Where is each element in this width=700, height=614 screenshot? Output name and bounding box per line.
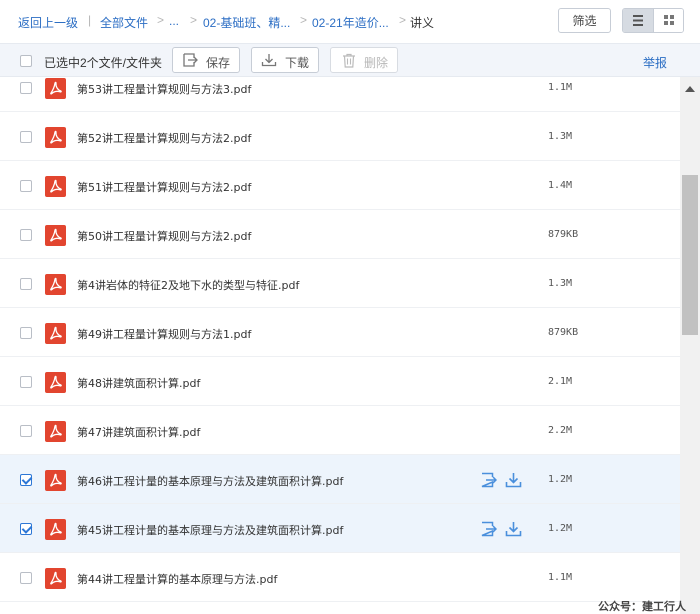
pdf-icon [45, 469, 66, 491]
file-name[interactable]: 第48讲建筑面积计算.pdf [77, 375, 200, 391]
download-label: 下载 [285, 56, 310, 70]
download-icon [261, 54, 277, 67]
pdf-icon [45, 77, 66, 99]
file-row[interactable]: 第47讲建筑面积计算.pdf 2.2M [0, 406, 680, 455]
breadcrumb-current: 讲义 [410, 16, 435, 30]
save-to-drive-icon[interactable] [480, 472, 498, 493]
download-icon[interactable] [505, 521, 522, 542]
save-button[interactable]: 保存 [172, 47, 240, 73]
file-checkbox[interactable] [20, 228, 32, 241]
back-link[interactable]: 返回上一级 [18, 14, 78, 31]
file-row[interactable]: 第50讲工程量计算规则与方法2.pdf 879KB [0, 210, 680, 259]
file-row[interactable]: 第48讲建筑面积计算.pdf 2.1M [0, 357, 680, 406]
file-name[interactable]: 第50讲工程量计算规则与方法2.pdf [77, 228, 251, 244]
pdf-icon [45, 518, 66, 540]
file-checkbox[interactable] [20, 571, 32, 584]
top-bar: 返回上一级 | 全部文件 > ... > 02-基础班、精... > 02-21… [0, 0, 700, 43]
file-name[interactable]: 第45讲工程计量的基本原理与方法及建筑面积计算.pdf [77, 522, 343, 538]
watermark: 公众号：建工行人 [598, 601, 686, 613]
select-all-checkbox[interactable] [20, 55, 32, 67]
file-checkbox[interactable] [20, 522, 32, 535]
chevron-right-icon: > [157, 13, 165, 27]
file-row[interactable]: 第51讲工程量计算规则与方法2.pdf 1.4M [0, 161, 680, 210]
file-size: 879KB [548, 326, 579, 338]
file-row[interactable]: 第52讲工程量计算规则与方法2.pdf 1.3M [0, 112, 680, 161]
pdf-icon [45, 273, 66, 295]
breadcrumb-level2[interactable]: 02-21年造价... [312, 14, 389, 31]
pdf-icon [45, 224, 66, 246]
file-size: 1.3M [548, 130, 573, 142]
chevron-right-icon: > [399, 13, 407, 27]
pdf-icon [45, 371, 66, 393]
file-name[interactable]: 第52讲工程量计算规则与方法2.pdf [77, 130, 251, 146]
file-checkbox[interactable] [20, 130, 32, 143]
filter-button[interactable]: 筛选 [558, 8, 611, 33]
breadcrumb-ellipsis[interactable]: ... [169, 14, 179, 28]
file-name[interactable]: 第51讲工程量计算规则与方法2.pdf [77, 179, 251, 195]
file-row[interactable]: 第44讲工程量计算的基本原理与方法.pdf 1.1M [0, 553, 680, 602]
breadcrumb-separator: | [88, 13, 92, 27]
file-size: 1.3M [548, 277, 573, 289]
file-checkbox[interactable] [20, 179, 32, 192]
file-name[interactable]: 第4讲岩体的特征2及地下水的类型与特征.pdf [77, 277, 299, 293]
file-checkbox[interactable] [20, 81, 32, 94]
file-row[interactable]: 第49讲工程量计算规则与方法1.pdf 879KB [0, 308, 680, 357]
scroll-up-arrow-icon[interactable] [685, 86, 695, 92]
file-size: 1.1M [548, 81, 573, 93]
list-view-icon [633, 15, 643, 26]
pdf-icon [45, 567, 66, 589]
scrollbar[interactable] [680, 77, 700, 614]
file-checkbox[interactable] [20, 424, 32, 437]
file-name[interactable]: 第53讲工程量计算规则与方法3.pdf [77, 81, 251, 97]
file-name[interactable]: 第44讲工程量计算的基本原理与方法.pdf [77, 571, 277, 587]
file-row[interactable]: 第45讲工程计量的基本原理与方法及建筑面积计算.pdf 1.2M [0, 504, 680, 553]
save-to-drive-icon [183, 53, 198, 67]
selection-toolbar: 已选中2个文件/文件夹 保存 下载 删除 举报 [0, 43, 700, 77]
file-list: 第53讲工程量计算规则与方法3.pdf 1.1M 第52讲工程量计算规则与方法2.p… [0, 77, 680, 614]
file-row[interactable]: 第53讲工程量计算规则与方法3.pdf 1.1M [0, 77, 680, 112]
file-name[interactable]: 第47讲建筑面积计算.pdf [77, 424, 200, 440]
file-checkbox[interactable] [20, 473, 32, 486]
list-view-button[interactable] [623, 9, 653, 32]
file-row[interactable]: 第46讲工程计量的基本原理与方法及建筑面积计算.pdf 1.2M [0, 455, 680, 504]
file-checkbox[interactable] [20, 375, 32, 388]
pdf-icon [45, 322, 66, 344]
breadcrumb-root[interactable]: 全部文件 [100, 14, 148, 31]
file-size: 1.2M [548, 473, 573, 485]
view-switch [622, 8, 684, 33]
file-checkbox[interactable] [20, 277, 32, 290]
download-button[interactable]: 下载 [251, 47, 319, 73]
chevron-right-icon: > [300, 13, 308, 27]
delete-label: 删除 [364, 56, 389, 70]
breadcrumb-level1[interactable]: 02-基础班、精... [203, 14, 290, 31]
file-size: 879KB [548, 228, 579, 240]
file-row[interactable]: 第4讲岩体的特征2及地下水的类型与特征.pdf 1.3M [0, 259, 680, 308]
file-size: 1.1M [548, 571, 573, 583]
chevron-right-icon: > [190, 13, 198, 27]
grid-view-icon [664, 15, 674, 25]
file-name[interactable]: 第46讲工程计量的基本原理与方法及建筑面积计算.pdf [77, 473, 343, 489]
trash-icon [343, 53, 355, 68]
pdf-icon [45, 126, 66, 148]
save-label: 保存 [206, 56, 231, 70]
download-icon[interactable] [505, 472, 522, 493]
grid-view-button[interactable] [653, 9, 683, 32]
selection-count: 已选中2个文件/文件夹 [44, 56, 163, 70]
file-size: 1.2M [548, 522, 573, 534]
pdf-icon [45, 420, 66, 442]
report-link[interactable]: 举报 [643, 54, 667, 71]
file-checkbox[interactable] [20, 326, 32, 339]
file-size: 2.2M [548, 424, 573, 436]
pdf-icon [45, 175, 66, 197]
delete-button[interactable]: 删除 [330, 47, 398, 73]
file-name[interactable]: 第49讲工程量计算规则与方法1.pdf [77, 326, 251, 342]
file-size: 2.1M [548, 375, 573, 387]
scrollbar-thumb[interactable] [682, 175, 698, 335]
file-size: 1.4M [548, 179, 573, 191]
save-to-drive-icon[interactable] [480, 521, 498, 542]
